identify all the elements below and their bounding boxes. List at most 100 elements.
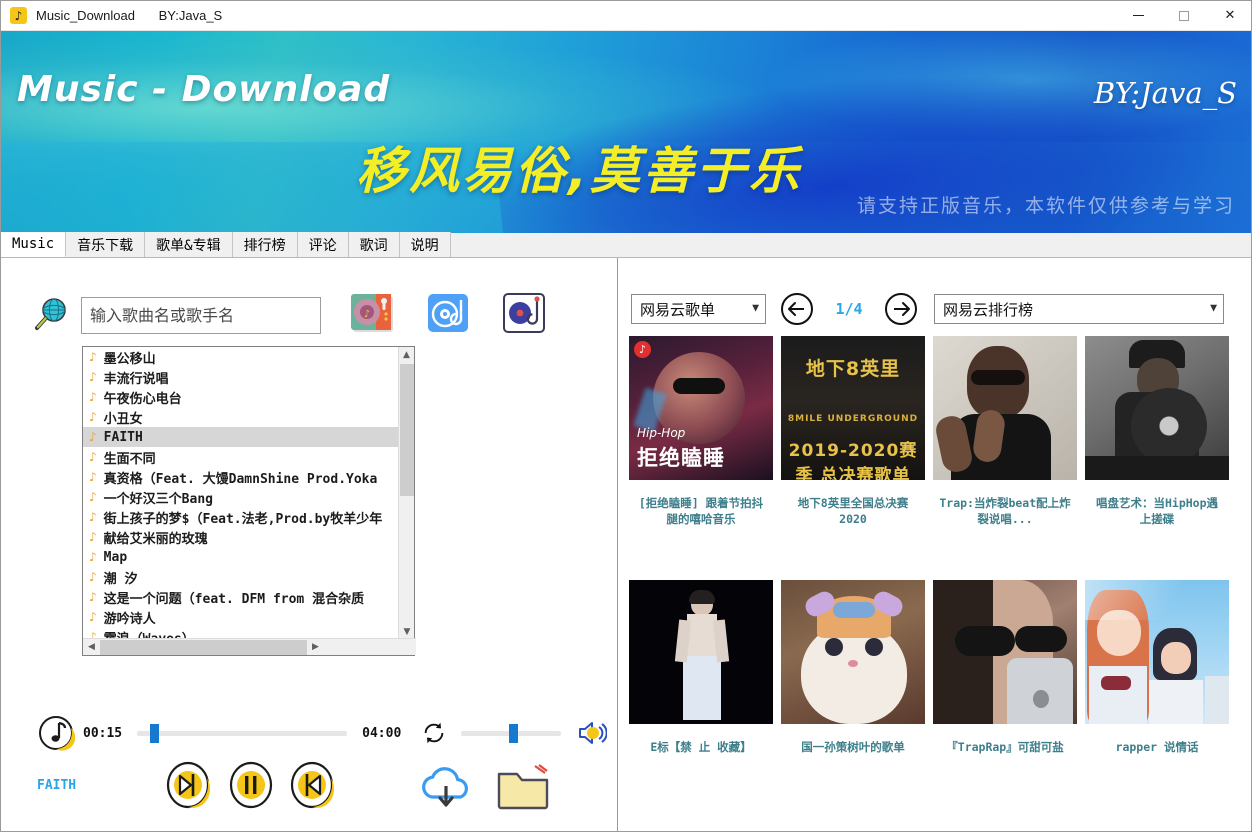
- overlay-subtitle: Hip-Hop: [637, 426, 686, 440]
- playlist-thumbnail[interactable]: [629, 580, 773, 724]
- tab-music-download[interactable]: 音乐下载: [66, 232, 146, 257]
- list-item[interactable]: ♪ 真资格（Feat. 大馒DamnShine Prod.Yoka: [83, 467, 399, 487]
- download-cloud-button[interactable]: [415, 762, 477, 812]
- playlist-thumbnail[interactable]: [933, 336, 1077, 480]
- tab-help[interactable]: 说明: [399, 232, 451, 257]
- playlist-card[interactable]: E标【禁 止 收藏】: [629, 580, 773, 756]
- playlist-card[interactable]: ♪ Hip-Hop 拒绝瞌睡 [拒绝瞌睡] 跟着节拍抖腿的嘻哈音乐: [629, 336, 773, 527]
- playlist-caption[interactable]: rapper 说情话: [1085, 740, 1229, 756]
- list-item[interactable]: ♪ 街上孩子的梦$（Feat.法老,Prod.by牧羊少年: [83, 507, 399, 527]
- total-time: 04:00: [362, 725, 402, 741]
- playlist-card[interactable]: 唱盘艺术：当HipHop遇上搓碟: [1085, 336, 1229, 527]
- source-kugou-button[interactable]: [503, 292, 549, 338]
- music-note-icon: ♪: [89, 590, 97, 604]
- song-title: 生面不同: [103, 451, 156, 467]
- close-button[interactable]: ✕: [1207, 1, 1251, 31]
- list-item[interactable]: ♪ 墨公移山: [83, 347, 399, 367]
- seek-slider-handle[interactable]: [149, 723, 159, 743]
- maximize-button[interactable]: [1161, 1, 1207, 31]
- playlist-caption[interactable]: Trap:当炸裂beat配上炸裂说唱...: [933, 496, 1077, 527]
- tab-lyrics[interactable]: 歌词: [348, 232, 400, 257]
- song-title: 小丑女: [103, 411, 143, 427]
- seek-slider[interactable]: [137, 723, 348, 743]
- window-title-text: Music_Download: [36, 8, 135, 23]
- rank-source-select[interactable]: 网易云排行榜 ▼: [934, 294, 1224, 324]
- playlist-card[interactable]: 国一孙策树叶的歌单: [781, 580, 925, 756]
- loop-icon[interactable]: [421, 719, 447, 747]
- horizontal-scrollbar[interactable]: ◀ ▶: [83, 638, 416, 655]
- horizontal-scrollbar-thumb[interactable]: [100, 639, 307, 655]
- playlist-thumbnail[interactable]: [1085, 336, 1229, 480]
- playlist-source-select[interactable]: 网易云歌单 ▼: [631, 294, 766, 324]
- scroll-right-icon[interactable]: ▶: [307, 639, 324, 656]
- window-author-text: BY:Java_S: [158, 8, 223, 23]
- tab-label: 评论: [308, 237, 337, 254]
- playlist-thumbnail[interactable]: 地下8英里 8MILE UNDERGROUND 2019-2020赛季 总决赛歌…: [781, 336, 925, 480]
- window-title: Music_Download BY:Java_S: [36, 8, 222, 23]
- list-item[interactable]: ♪ 游吟诗人: [83, 607, 399, 627]
- banner-slogan: 移风易俗,莫善于乐: [356, 142, 802, 200]
- playlist-caption[interactable]: 国一孙策树叶的歌单: [781, 740, 925, 756]
- playlist-thumbnail[interactable]: [1085, 580, 1229, 724]
- previous-page-button[interactable]: [780, 292, 814, 326]
- scroll-up-icon[interactable]: ▲: [399, 347, 414, 363]
- playlist-thumbnail[interactable]: [933, 580, 1077, 724]
- list-item[interactable]: ♪ Map: [83, 547, 399, 567]
- list-item[interactable]: ♪ 这是一个问题（feat. DFM from 混合杂质: [83, 587, 399, 607]
- list-item[interactable]: ♪ 生面不同: [83, 447, 399, 467]
- next-track-button[interactable]: [289, 760, 335, 810]
- vertical-scrollbar[interactable]: ▲ ▼: [398, 347, 414, 640]
- next-page-button[interactable]: [884, 292, 918, 326]
- vertical-scrollbar-thumb[interactable]: [400, 364, 414, 496]
- overlay-title: 拒绝瞌睡: [637, 446, 725, 470]
- current-time: 00:15: [83, 725, 123, 741]
- minimize-button[interactable]: [1115, 1, 1161, 31]
- open-folder-button[interactable]: [495, 762, 551, 812]
- volume-slider[interactable]: [461, 723, 562, 743]
- playlist-caption[interactable]: 地下8英里全国总决赛2020: [781, 496, 925, 527]
- list-item[interactable]: ♪ 一个好汉三个Bang: [83, 487, 399, 507]
- speaker-icon[interactable]: [577, 720, 608, 746]
- tab-ranking[interactable]: 排行榜: [232, 232, 298, 257]
- playlist-caption[interactable]: E标【禁 止 收藏】: [629, 740, 773, 756]
- music-note-icon: ♪: [89, 350, 97, 364]
- playlist-card[interactable]: Trap:当炸裂beat配上炸裂说唱...: [933, 336, 1077, 527]
- song-list[interactable]: ♪ 墨公移山 ♪ 丰流行说唱 ♪ 午夜伤心电台 ♪ 小丑女 ♪ FAITH ♪ 生面不同 ♪…: [82, 346, 416, 656]
- list-item[interactable]: ♪ 午夜伤心电台: [83, 387, 399, 407]
- thumbnail-overlay-text: Hip-Hop 拒绝瞌睡: [629, 426, 773, 472]
- player-bar: 00:15 04:00 FAITH: [1, 698, 618, 831]
- music-note-icon: ♪: [89, 410, 97, 424]
- playlist-card[interactable]: 『TrapRap』可甜可盐: [933, 580, 1077, 756]
- tab-label: 歌词: [359, 237, 388, 254]
- music-note-icon: ♪: [89, 390, 97, 404]
- playlist-thumbnail[interactable]: [781, 580, 925, 724]
- previous-track-button[interactable]: [165, 760, 211, 810]
- tab-playlist-album[interactable]: 歌单&专辑: [145, 232, 233, 257]
- search-input[interactable]: [81, 296, 321, 334]
- list-item[interactable]: ♪ 潮 汐: [83, 567, 399, 587]
- playlist-caption[interactable]: [拒绝瞌睡] 跟着节拍抖腿的嘻哈音乐: [629, 496, 773, 527]
- music-note-icon: ♪: [89, 430, 97, 444]
- volume-slider-handle[interactable]: [509, 723, 519, 743]
- playlist-card[interactable]: 地下8英里 8MILE UNDERGROUND 2019-2020赛季 总决赛歌…: [781, 336, 925, 527]
- tab-music[interactable]: Music: [1, 232, 67, 257]
- tab-comments[interactable]: 评论: [297, 232, 349, 257]
- list-item[interactable]: ♪ 小丑女: [83, 407, 399, 427]
- play-pause-button[interactable]: [228, 760, 274, 810]
- chevron-down-icon: ▼: [752, 303, 759, 314]
- tab-label: Music: [12, 236, 55, 252]
- list-item[interactable]: ♪ 丰流行说唱: [83, 367, 399, 387]
- playlist-grid: ♪ Hip-Hop 拒绝瞌睡 [拒绝瞌睡] 跟着节拍抖腿的嘻哈音乐 地下8英里 …: [619, 336, 1251, 826]
- playlist-caption[interactable]: 『TrapRap』可甜可盐: [933, 740, 1077, 756]
- playlist-thumbnail[interactable]: ♪ Hip-Hop 拒绝瞌睡: [629, 336, 773, 480]
- source-netease-button[interactable]: ♪: [351, 292, 397, 338]
- music-note-icon: ♪: [89, 570, 97, 584]
- scroll-left-icon[interactable]: ◀: [83, 639, 100, 656]
- music-note-icon: ♪: [89, 450, 97, 464]
- playlist-caption[interactable]: 唱盘艺术：当HipHop遇上搓碟: [1085, 496, 1229, 527]
- playlist-card[interactable]: rapper 说情话: [1085, 580, 1229, 756]
- player-progress-row: 00:15 04:00: [1, 713, 618, 753]
- list-item-selected[interactable]: ♪ FAITH: [83, 427, 399, 447]
- list-item[interactable]: ♪ 献给艾米丽的玫瑰: [83, 527, 399, 547]
- source-qq-button[interactable]: [427, 292, 473, 338]
